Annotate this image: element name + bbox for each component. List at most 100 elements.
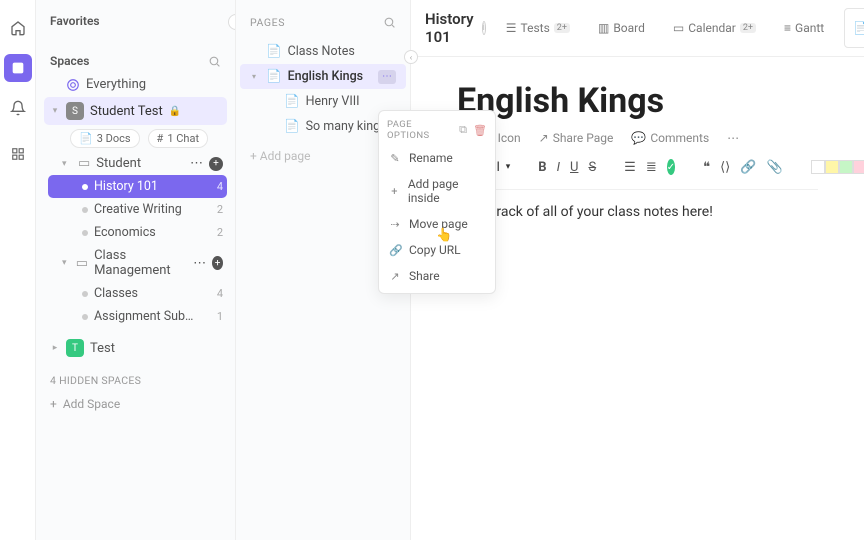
page-icon: 📄	[266, 44, 282, 59]
folder-more-icon[interactable]: ⋯	[193, 256, 206, 271]
search-icon[interactable]	[383, 16, 396, 29]
favorites-heading: Favorites	[44, 10, 227, 32]
bullet-list-button[interactable]: ☰	[624, 160, 636, 175]
doc-body[interactable]: Keep track of all of your class notes he…	[457, 204, 818, 220]
italic-button[interactable]: I	[557, 160, 560, 175]
doc-icon: 📄	[853, 21, 864, 35]
folder-label: Student	[96, 156, 141, 171]
share-page-button[interactable]: ↗Share Page	[539, 131, 614, 145]
doc-title[interactable]: English Kings	[457, 81, 818, 121]
folder-label: Class Management	[94, 248, 181, 278]
list-creative-writing[interactable]: Creative Writing2	[48, 198, 227, 221]
lock-icon: 🔒	[169, 106, 181, 117]
list-assignment-submission[interactable]: Assignment Submissio...1	[48, 305, 227, 328]
code-button[interactable]: ⟨⟩	[720, 160, 730, 175]
doc-more-icon[interactable]: ⋯	[727, 131, 739, 145]
page-icon: 📄	[266, 69, 282, 84]
list-history-101[interactable]: History 1014	[48, 175, 227, 198]
doc-meta: ☺Add Icon ↗Share Page 💬Comments ⋯	[457, 131, 818, 145]
bold-button[interactable]: B	[538, 160, 546, 175]
plus-icon: +	[50, 397, 57, 411]
folder-icon: ▭	[78, 156, 90, 171]
folder-class-management[interactable]: ▾ ▭ Class Management ⋯ +	[48, 244, 227, 282]
number-list-button[interactable]: ≣	[646, 160, 657, 175]
menu-rename[interactable]: ✎Rename	[379, 145, 495, 171]
comment-icon: 💬	[631, 131, 646, 145]
pages-label: PAGES	[250, 16, 285, 29]
everything-icon	[66, 78, 80, 92]
view-bar: History 101 i ☰Tests2+ ▥Board ▭Calendar2…	[411, 0, 864, 57]
cursor-icon: 👆	[436, 228, 452, 243]
list-economics[interactable]: Economics2	[48, 221, 227, 244]
tab-class-notes[interactable]: 📄Class Notes	[844, 8, 864, 48]
share-icon: ↗	[389, 270, 401, 283]
underline-button[interactable]: U	[570, 160, 578, 175]
swatch-pink[interactable]	[853, 160, 864, 174]
add-list-icon[interactable]: +	[212, 256, 223, 270]
tab-board[interactable]: ▥Board	[590, 16, 653, 40]
menu-add-page-inside[interactable]: +Add page inside	[379, 171, 495, 211]
menu-title: PAGE OPTIONS	[387, 119, 453, 141]
tab-calendar[interactable]: ▭Calendar2+	[665, 16, 764, 40]
share-icon: ↗	[539, 131, 549, 145]
add-space-button[interactable]: +Add Space	[44, 393, 227, 415]
chevron-down-icon[interactable]: ▾	[62, 258, 70, 268]
app-rail	[0, 0, 36, 540]
chevron-down-icon[interactable]: ▾	[252, 72, 260, 81]
collapse-pages-icon[interactable]: ‹	[404, 50, 418, 64]
info-icon[interactable]: i	[482, 21, 486, 35]
check-button[interactable]: ✓	[667, 159, 675, 175]
add-list-icon[interactable]: +	[209, 157, 223, 171]
chevron-right-icon[interactable]: ▸	[50, 343, 60, 353]
spaces-heading: Spaces	[44, 50, 227, 72]
menu-share[interactable]: ↗Share	[379, 263, 495, 289]
editor-toolbar: Normal▾ B I U S ☰ ≣ ✓ ❝ ⟨⟩ 🔗 📎 ≡	[457, 155, 818, 190]
board-icon: ▥	[598, 21, 609, 35]
folder-more-icon[interactable]: ⋯	[190, 156, 203, 171]
space-avatar: T	[66, 339, 84, 357]
collapse-sidebar-icon[interactable]: ‹	[228, 14, 236, 30]
apps-icon[interactable]	[4, 140, 32, 168]
comments-button[interactable]: 💬Comments	[631, 131, 709, 145]
list-classes[interactable]: Classes4	[48, 282, 227, 305]
pencil-icon: ✎	[389, 152, 401, 165]
page-icon: 📄	[284, 119, 300, 134]
duplicate-icon[interactable]: ⧉	[459, 123, 467, 137]
page-class-notes[interactable]: 📄 Class Notes	[240, 39, 406, 64]
page-options-menu: PAGE OPTIONS ⧉ 🗑 ✎Rename +Add page insid…	[378, 110, 496, 294]
everything-row[interactable]: Everything	[44, 72, 227, 97]
strike-button[interactable]: S	[588, 160, 596, 175]
quote-button[interactable]: ❝	[703, 160, 710, 175]
tab-tests[interactable]: ☰Tests2+	[498, 16, 578, 40]
tab-gantt[interactable]: ≡Gantt	[776, 16, 832, 40]
spaces-icon[interactable]	[4, 54, 32, 82]
move-icon: ⇢	[389, 218, 401, 231]
page-title: History 101	[425, 10, 474, 46]
space-test[interactable]: ▸ T Test	[44, 334, 227, 362]
swatch-yellow[interactable]	[825, 160, 839, 174]
space-student-test[interactable]: ▾ S Student Test 🔒	[44, 97, 227, 125]
page-icon: 📄	[284, 94, 300, 109]
list-icon: ☰	[506, 21, 517, 35]
page-more-icon[interactable]: ⋯	[378, 70, 396, 84]
chevron-down-icon[interactable]: ▾	[50, 106, 60, 116]
attach-button[interactable]: 📎	[766, 160, 782, 175]
link-button[interactable]: 🔗	[740, 160, 756, 175]
home-icon[interactable]	[4, 14, 32, 42]
chevron-down-icon: ▾	[506, 162, 511, 172]
swatch-green[interactable]	[839, 160, 853, 174]
link-icon: 🔗	[389, 244, 401, 257]
everything-label: Everything	[86, 77, 146, 92]
search-icon[interactable]	[208, 55, 221, 68]
page-english-kings[interactable]: ▾ 📄 English Kings ⋯	[240, 64, 406, 89]
delete-icon[interactable]: 🗑	[473, 124, 487, 137]
bell-icon[interactable]	[4, 94, 32, 122]
hidden-spaces-label[interactable]: 4 HIDDEN SPACES	[44, 362, 227, 393]
folder-student[interactable]: ▾ ▭ Student ⋯ +	[48, 152, 227, 175]
docs-chip[interactable]: 📄 3 Docs	[70, 129, 140, 148]
space-label: Student Test	[90, 104, 163, 119]
swatch-white[interactable]	[811, 160, 825, 174]
chat-chip[interactable]: # 1 Chat	[148, 129, 209, 148]
chevron-down-icon[interactable]: ▾	[62, 159, 72, 169]
calendar-icon: ▭	[673, 21, 684, 35]
